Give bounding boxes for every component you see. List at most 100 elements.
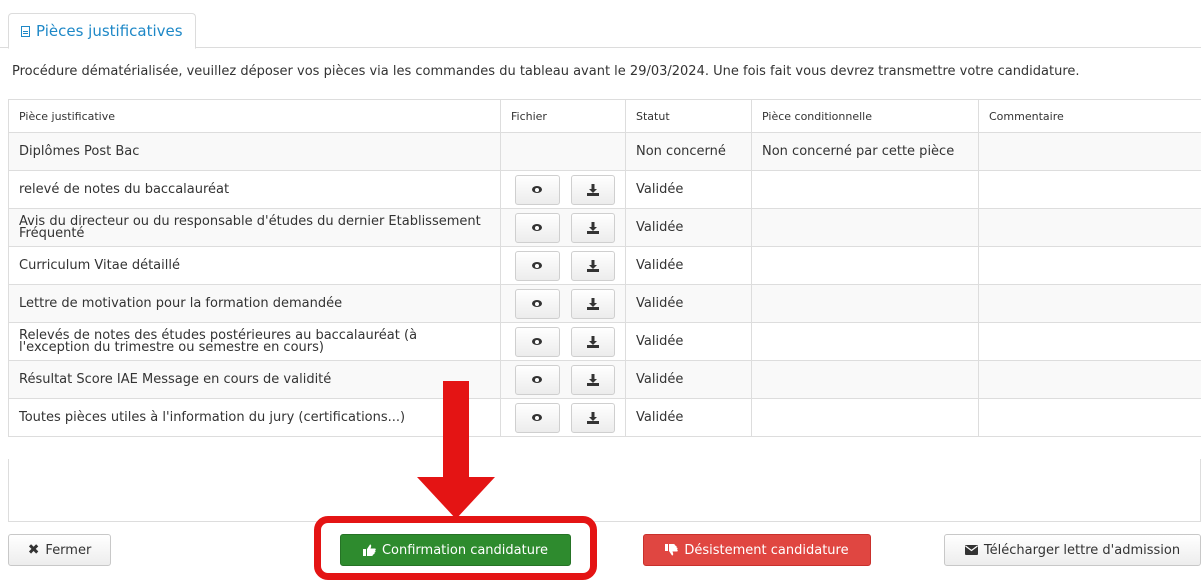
cell-statut: Validée <box>626 171 752 209</box>
cell-statut: Validée <box>626 323 752 361</box>
file-actions <box>511 213 615 243</box>
view-file-button[interactable] <box>515 289 560 319</box>
thumbs-down-icon <box>665 544 678 556</box>
eye-icon <box>532 186 542 193</box>
table-row: Relevés de notes des études postérieures… <box>9 323 1201 361</box>
cell-conditionnelle <box>752 399 979 437</box>
download-icon <box>587 222 599 234</box>
cell-conditionnelle <box>752 323 979 361</box>
instructions-text: Procédure dématérialisée, veuillez dépos… <box>12 64 1080 79</box>
table-row: Lettre de motivation pour la formation d… <box>9 285 1201 323</box>
cell-fichier <box>501 209 626 247</box>
cell-fichier <box>501 361 626 399</box>
times-icon: ✖ <box>28 543 40 557</box>
cell-commentaire <box>979 361 1201 399</box>
view-file-button[interactable] <box>515 251 560 281</box>
column-header-commentaire: Commentaire <box>979 100 1201 133</box>
download-icon <box>587 260 599 272</box>
view-file-button[interactable] <box>515 403 560 433</box>
cell-commentaire <box>979 285 1201 323</box>
column-header-piece: Pièce justificative <box>9 100 501 133</box>
download-file-button[interactable] <box>571 327 616 357</box>
cell-fichier <box>501 133 626 171</box>
download-file-button[interactable] <box>571 289 616 319</box>
eye-icon <box>532 224 542 231</box>
cell-commentaire <box>979 133 1201 171</box>
cell-piece: Avis du directeur ou du responsable d'ét… <box>9 209 501 247</box>
tab-bar: Pièces justificatives <box>0 0 1201 48</box>
view-file-button[interactable] <box>515 365 560 395</box>
file-actions <box>511 175 615 205</box>
eye-icon <box>532 262 542 269</box>
documents-table: Pièce justificative Fichier Statut Pièce… <box>8 99 1201 437</box>
cell-conditionnelle: Non concerné par cette pièce <box>752 133 979 171</box>
cell-fichier <box>501 323 626 361</box>
cell-commentaire <box>979 171 1201 209</box>
withdraw-application-button[interactable]: Désistement candidature <box>643 534 871 566</box>
download-icon <box>587 412 599 424</box>
cell-commentaire <box>979 323 1201 361</box>
table-row: Curriculum Vitae détailléValidée <box>9 247 1201 285</box>
download-file-button[interactable] <box>571 175 616 205</box>
file-actions <box>511 403 615 433</box>
cell-conditionnelle <box>752 209 979 247</box>
close-button[interactable]: ✖ Fermer <box>8 534 111 566</box>
cell-statut: Validée <box>626 361 752 399</box>
cell-commentaire <box>979 399 1201 437</box>
file-icon <box>21 26 30 37</box>
cell-commentaire <box>979 209 1201 247</box>
download-button-label: Télécharger lettre d'admission <box>984 543 1180 558</box>
download-file-button[interactable] <box>571 403 616 433</box>
eye-icon <box>532 300 542 307</box>
cell-piece: Curriculum Vitae détaillé <box>9 247 501 285</box>
cell-fichier <box>501 399 626 437</box>
table-empty-area <box>8 459 1201 522</box>
download-icon <box>587 298 599 310</box>
tab-label: Pièces justificatives <box>36 22 183 40</box>
red-arrow-annotation <box>417 381 495 519</box>
file-actions <box>511 289 615 319</box>
download-file-button[interactable] <box>571 251 616 281</box>
table-row: Diplômes Post Bac Non concernéNon concern… <box>9 133 1201 171</box>
cell-statut: Validée <box>626 285 752 323</box>
close-button-label: Fermer <box>45 543 91 558</box>
cell-conditionnelle <box>752 285 979 323</box>
withdraw-button-label: Désistement candidature <box>684 543 848 558</box>
view-file-button[interactable] <box>515 175 560 205</box>
table-row: relevé de notes du baccalauréat Validée <box>9 171 1201 209</box>
eye-icon <box>532 338 542 345</box>
table-row: Résultat Score IAE Message en cours de v… <box>9 361 1201 399</box>
cell-piece: Diplômes Post Bac <box>9 133 501 171</box>
cell-piece: Relevés de notes des études postérieures… <box>9 323 501 361</box>
cell-statut: Validée <box>626 399 752 437</box>
view-file-button[interactable] <box>515 327 560 357</box>
cell-statut: Validée <box>626 209 752 247</box>
column-header-statut: Statut <box>626 100 752 133</box>
table-header-row: Pièce justificative Fichier Statut Pièce… <box>9 100 1201 133</box>
cell-fichier <box>501 171 626 209</box>
cell-conditionnelle <box>752 361 979 399</box>
eye-icon <box>532 376 542 383</box>
file-actions <box>511 365 615 395</box>
download-icon <box>587 184 599 196</box>
cell-conditionnelle <box>752 247 979 285</box>
column-header-fichier: Fichier <box>501 100 626 133</box>
tab-pieces-justificatives[interactable]: Pièces justificatives <box>8 13 196 49</box>
cell-fichier <box>501 285 626 323</box>
cell-conditionnelle <box>752 171 979 209</box>
eye-icon <box>532 414 542 421</box>
cell-commentaire <box>979 247 1201 285</box>
highlight-box-annotation <box>314 516 597 580</box>
download-admission-letter-button[interactable]: Télécharger lettre d'admission <box>944 534 1201 566</box>
view-file-button[interactable] <box>515 213 560 243</box>
table-body: Diplômes Post Bac Non concernéNon concern… <box>9 133 1201 437</box>
table-row: Toutes pièces utiles à l'information du … <box>9 399 1201 437</box>
table-row: Avis du directeur ou du responsable d'ét… <box>9 209 1201 247</box>
file-actions <box>511 327 615 357</box>
cell-piece: relevé de notes du baccalauréat <box>9 171 501 209</box>
download-file-button[interactable] <box>571 365 616 395</box>
cell-fichier <box>501 247 626 285</box>
cell-statut: Non concerné <box>626 133 752 171</box>
envelope-icon <box>965 545 978 555</box>
download-file-button[interactable] <box>571 213 616 243</box>
